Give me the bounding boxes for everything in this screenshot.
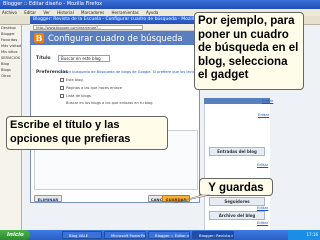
edit-link[interactable]: Editar: [258, 112, 269, 117]
edit-link[interactable]: Editar: [257, 162, 268, 167]
outer-window-title: Blogger :: Editar diseño - Mozilla Firef…: [0, 0, 320, 9]
taskbar-item[interactable]: Microsoft PowerPoint ...: [104, 231, 146, 239]
callout-save: Y guardas: [199, 178, 273, 196]
title-label: Título: [36, 56, 51, 61]
edit-link[interactable]: Editar: [262, 98, 273, 103]
menu-item-ayuda[interactable]: Ayuda: [146, 10, 158, 15]
address-input[interactable]: http://www.blogger.com/rearrange?...: [33, 25, 143, 30]
edit-link[interactable]: Editar: [257, 220, 268, 225]
sidebar-item[interactable]: Otros: [0, 73, 21, 79]
start-button[interactable]: Inicio: [0, 230, 30, 240]
callout-write-title: Escribe el título y las opciones que pre…: [6, 116, 168, 150]
option-checkbox[interactable]: [60, 94, 64, 98]
popup-window-title: Blogger: Revista de la Escuela - Configu…: [30, 16, 200, 24]
menu-item-historial[interactable]: Historial: [57, 10, 74, 15]
layout-column-header: [204, 98, 270, 104]
title-input[interactable]: Buscar en este blog: [58, 55, 110, 62]
blogger-logo-icon: B: [34, 33, 44, 43]
popup-address-bar: http://www.blogger.com/rearrange?...: [30, 24, 200, 31]
taskbar-item[interactable]: Blog VALE: [62, 231, 102, 239]
taskbar-item[interactable]: Blogger :: Editar dise...: [148, 231, 190, 239]
menu-item-ver[interactable]: Ver: [43, 10, 50, 15]
menu-item-archivo[interactable]: Archivo: [2, 10, 17, 15]
blogger-logo-letter: B: [35, 33, 43, 43]
option-text: Incluir búsqueda de Búsqueda de blogs de…: [60, 70, 201, 74]
option-text: Buscar en los blogs a los que enlazas en…: [66, 101, 153, 105]
taskbar-item[interactable]: Blogger: Revista de l...: [192, 231, 234, 239]
option-checkbox[interactable]: [60, 78, 64, 82]
menu-item-editar[interactable]: Editar: [24, 10, 36, 15]
callout-pointer: [173, 194, 211, 204]
option-text: Lista de blogs: [66, 94, 91, 98]
menu-item-marcadores[interactable]: Marcadores: [81, 10, 104, 15]
widget-entradas[interactable]: Entradas del blog: [209, 147, 265, 156]
option-checkbox[interactable]: [60, 86, 64, 90]
option-text: Este blog: [66, 78, 83, 82]
widget-archivo[interactable]: Archivo del blog: [209, 211, 265, 220]
menu-item-herramientas[interactable]: Herramientas: [111, 10, 138, 15]
popup-heading: Configurar cuadro de búsqueda: [48, 34, 183, 44]
option-text: Páginas a las que haces enlace: [66, 86, 123, 90]
clock: 17:16: [288, 230, 320, 240]
edit-link[interactable]: Editar: [257, 205, 268, 210]
delete-button[interactable]: ELIMINAR: [34, 195, 62, 202]
callout-select-gadget: Por ejemplo, para poner un cuadro de bús…: [194, 12, 304, 90]
